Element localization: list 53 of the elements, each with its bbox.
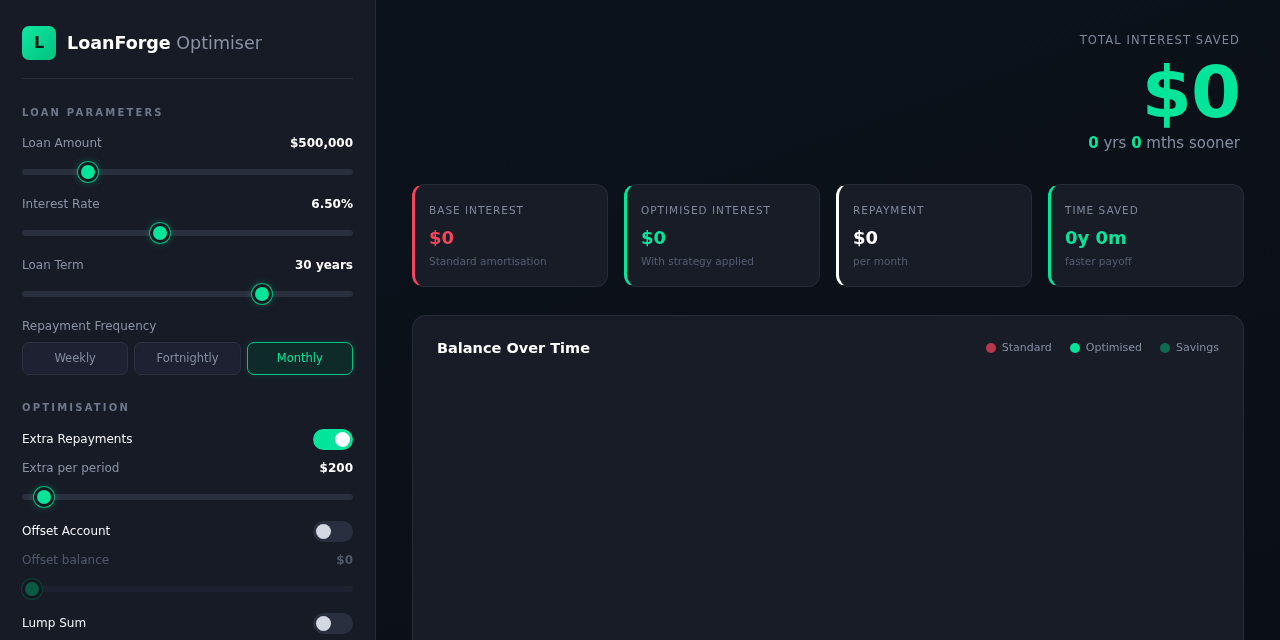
frequency-option[interactable]: Weekly — [22, 342, 129, 375]
stat-note: Standard amortisation — [429, 254, 548, 268]
option-label: Extra Repayments — [22, 431, 133, 448]
stat-label: BASE INTEREST — [429, 203, 526, 217]
field-value: $500,000 — [290, 135, 353, 152]
range-slider[interactable] — [22, 487, 353, 507]
stat-note: per month — [853, 254, 909, 268]
range-slider[interactable] — [22, 223, 353, 243]
app-title: LoanForge Optimiser — [67, 32, 262, 55]
stat-label: TIME SAVED — [1065, 203, 1140, 217]
stat-value: $0 — [641, 226, 668, 250]
field-label: Loan Term — [22, 257, 84, 274]
option-label: Lump Sum — [22, 615, 87, 632]
stat-value: $0 — [429, 226, 456, 250]
toggle-switch[interactable] — [313, 520, 353, 542]
slider-thumb[interactable] — [149, 223, 170, 243]
field-label: Interest Rate — [22, 196, 100, 213]
field-label: Repayment Frequency — [22, 318, 157, 335]
stat-note: With strategy applied — [641, 254, 756, 268]
field-label: Offset balance — [22, 552, 110, 569]
summary-label: TOTAL INTEREST SAVED — [1079, 32, 1240, 48]
stat-label: REPAYMENT — [853, 203, 926, 217]
savings-amount: $0 — [1141, 52, 1240, 132]
range-slider[interactable] — [22, 162, 353, 182]
toggle-switch[interactable] — [313, 612, 353, 634]
frequency-option[interactable]: Fortnightly — [134, 342, 241, 375]
option-label: Offset Account — [22, 523, 111, 540]
time-sooner-text: 0 yrs 0 mths sooner — [1088, 133, 1240, 153]
field-value: $0 — [336, 552, 353, 569]
legend-label: Standard — [1001, 341, 1052, 355]
slider-thumb[interactable] — [77, 162, 98, 182]
legend-label: Savings — [1176, 341, 1219, 355]
slider-thumb[interactable] — [252, 284, 273, 304]
slider-thumb[interactable] — [22, 579, 42, 599]
stat-label: OPTIMISED INTEREST — [641, 203, 772, 217]
field-label: Extra per period — [22, 460, 120, 477]
stat-value: $0 — [853, 226, 880, 250]
stat-note: faster payoff — [1065, 254, 1133, 268]
field-value: 30 years — [295, 257, 353, 274]
field-value: $200 — [319, 460, 353, 477]
range-slider[interactable] — [22, 579, 353, 599]
field-value: 6.50% — [311, 196, 353, 213]
slider-thumb[interactable] — [34, 487, 55, 507]
toggle-switch[interactable] — [313, 428, 353, 450]
chart-title: Balance Over Time — [437, 339, 590, 358]
legend-label: Optimised — [1085, 341, 1142, 355]
section-heading: OPTIMISATION — [22, 401, 132, 415]
section-heading: LOAN PARAMETERS — [22, 106, 165, 120]
field-label: Loan Amount — [22, 135, 102, 152]
frequency-option[interactable]: Monthly — [246, 342, 353, 375]
stat-value: 0y 0m — [1065, 226, 1128, 250]
app-logo: L — [22, 26, 56, 60]
range-slider[interactable] — [22, 284, 353, 304]
